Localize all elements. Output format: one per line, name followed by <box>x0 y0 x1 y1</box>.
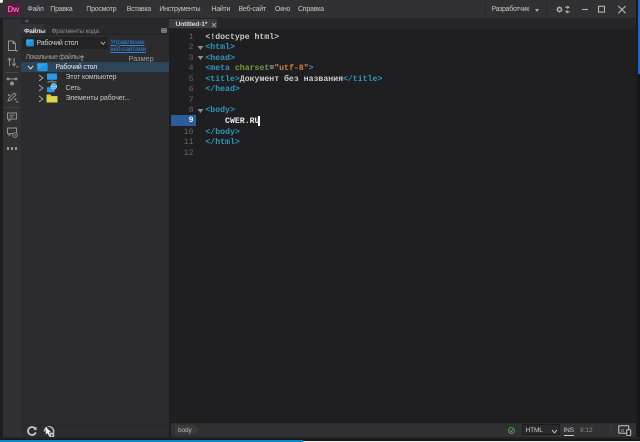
svg-text:o: o <box>621 427 624 433</box>
